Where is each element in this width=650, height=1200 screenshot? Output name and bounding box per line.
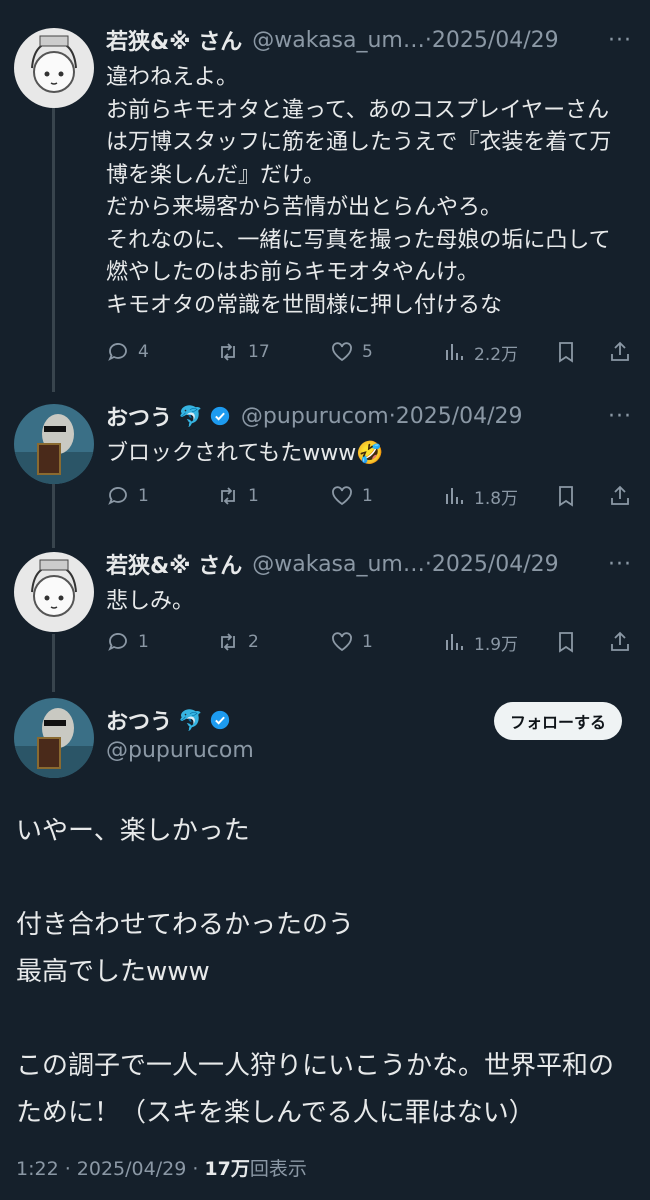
retweet-count: 17 [248, 342, 270, 362]
more-icon[interactable]: ··· [608, 404, 632, 429]
like-icon [332, 486, 352, 506]
separator: · [424, 551, 432, 577]
retweet-count: 1 [248, 486, 259, 506]
dolphin-emoji: 🐬 [178, 708, 203, 732]
separator: · [424, 27, 432, 53]
more-icon[interactable]: ··· [608, 28, 632, 53]
like-button[interactable]: 1 [330, 484, 373, 508]
tweet-meta: 1:22 · 2025/04/29 · 17万回表示 [16, 1154, 307, 1181]
main-tweet-header: おつう 🐬 [106, 702, 450, 738]
bookmark-icon [559, 632, 573, 653]
handle[interactable]: @pupurucom [241, 404, 389, 429]
tweet-text: ブロックされてもたwww🤣 [106, 441, 384, 466]
retweet-button[interactable]: 2 [216, 630, 259, 654]
bookmark-button[interactable] [554, 484, 578, 508]
reply-icon [108, 633, 127, 651]
timestamp[interactable]: 2025/04/29 [396, 404, 523, 429]
views-total: 17万 [204, 1158, 250, 1180]
share-button[interactable] [608, 340, 632, 364]
display-name[interactable]: 若狭&※ さん [106, 24, 242, 56]
views-icon [446, 634, 463, 650]
reply-icon [108, 487, 127, 505]
tweet[interactable]: 若狭&※ さん @wakasa_um… · 2025/04/29 ··· 悲しみ… [0, 546, 650, 676]
share-icon [611, 341, 629, 361]
share-icon [611, 631, 629, 651]
tweet-text: 悲しみ。 [106, 589, 195, 614]
like-count: 1 [362, 486, 373, 506]
more-icon[interactable]: ··· [608, 552, 632, 577]
views-label: 回表示 [249, 1158, 307, 1180]
views-button[interactable]: 1.8万 [442, 484, 518, 509]
avatar[interactable] [14, 552, 94, 632]
follow-button[interactable]: フォローする [493, 702, 622, 740]
views-icon [446, 488, 463, 504]
like-count: 1 [362, 632, 373, 652]
separator: · [388, 403, 396, 429]
reply-count: 1 [138, 632, 149, 652]
tweet-header: おつう 🐬 @pupurucom · 2025/04/29 [106, 398, 632, 434]
retweet-count: 2 [248, 632, 259, 652]
like-count: 5 [362, 342, 373, 362]
display-name[interactable]: おつう [106, 704, 172, 736]
retweet-icon [221, 633, 235, 651]
views-button[interactable]: 1.9万 [442, 630, 518, 655]
tweet-header: 若狭&※ さん @wakasa_um… · 2025/04/29 [106, 546, 632, 582]
bookmark-button[interactable] [554, 340, 578, 364]
like-button[interactable]: 5 [330, 340, 373, 364]
tweet-text: 違わねえよ。 お前らキモオタと違って、あのコスプレイヤーさんは万博スタッフに筋を… [106, 65, 612, 318]
tweet[interactable]: おつう 🐬 @pupurucom · 2025/04/29 ··· ブロックされ… [0, 398, 650, 538]
main-tweet: おつう 🐬 @pupurucom フォローする [0, 692, 650, 812]
like-icon [332, 632, 352, 652]
avatar[interactable] [14, 28, 94, 108]
action-bar: 1 1 1 1.8万 [106, 480, 634, 512]
handle[interactable]: @pupurucom [106, 738, 254, 763]
retweet-button[interactable]: 17 [216, 340, 270, 364]
handle[interactable]: @wakasa_um… [252, 28, 425, 53]
avatar[interactable] [14, 404, 94, 484]
timestamp[interactable]: 2025/04/29 [432, 552, 559, 577]
share-button[interactable] [608, 630, 632, 654]
reply-count: 1 [138, 486, 149, 506]
like-button[interactable]: 1 [330, 630, 373, 654]
views-icon [446, 344, 463, 360]
share-icon [611, 485, 629, 505]
display-name[interactable]: おつう [106, 400, 172, 432]
action-bar: 1 2 1 1.9万 [106, 626, 634, 658]
handle[interactable]: @wakasa_um… [252, 552, 425, 577]
reply-icon [108, 343, 127, 361]
avatar[interactable] [14, 698, 94, 778]
tweet[interactable]: 若狭&※ さん @wakasa_um… · 2025/04/29 ··· 違わね… [0, 22, 650, 402]
verified-icon [210, 406, 230, 426]
reply-button[interactable]: 1 [106, 484, 149, 508]
display-name[interactable]: 若狭&※ さん [106, 548, 242, 580]
retweet-button[interactable]: 1 [216, 484, 259, 508]
share-button[interactable] [608, 484, 632, 508]
retweet-icon [221, 343, 235, 361]
action-bar: 4 17 5 2.2万 [106, 336, 634, 368]
views-button[interactable]: 2.2万 [442, 340, 518, 365]
main-tweet-text: いやー、楽しかった 付き合わせてわるかったのう 最高でしたwww この調子で一人… [16, 816, 615, 1128]
retweet-icon [221, 487, 235, 505]
timestamp[interactable]: 2025/04/29 [432, 28, 559, 53]
bookmark-icon [559, 486, 573, 507]
reply-count: 4 [138, 342, 149, 362]
tweet-header: 若狭&※ さん @wakasa_um… · 2025/04/29 [106, 22, 632, 58]
dolphin-emoji: 🐬 [178, 404, 203, 428]
reply-button[interactable]: 4 [106, 340, 149, 364]
reply-button[interactable]: 1 [106, 630, 149, 654]
bookmark-button[interactable] [554, 630, 578, 654]
post-time[interactable]: 1:22 · 2025/04/29 · [16, 1158, 204, 1180]
verified-icon [210, 710, 230, 730]
views-count: 1.9万 [474, 634, 519, 655]
views-count: 2.2万 [474, 344, 519, 365]
views-count: 1.8万 [474, 488, 519, 509]
like-icon [332, 342, 352, 362]
bookmark-icon [559, 342, 573, 363]
